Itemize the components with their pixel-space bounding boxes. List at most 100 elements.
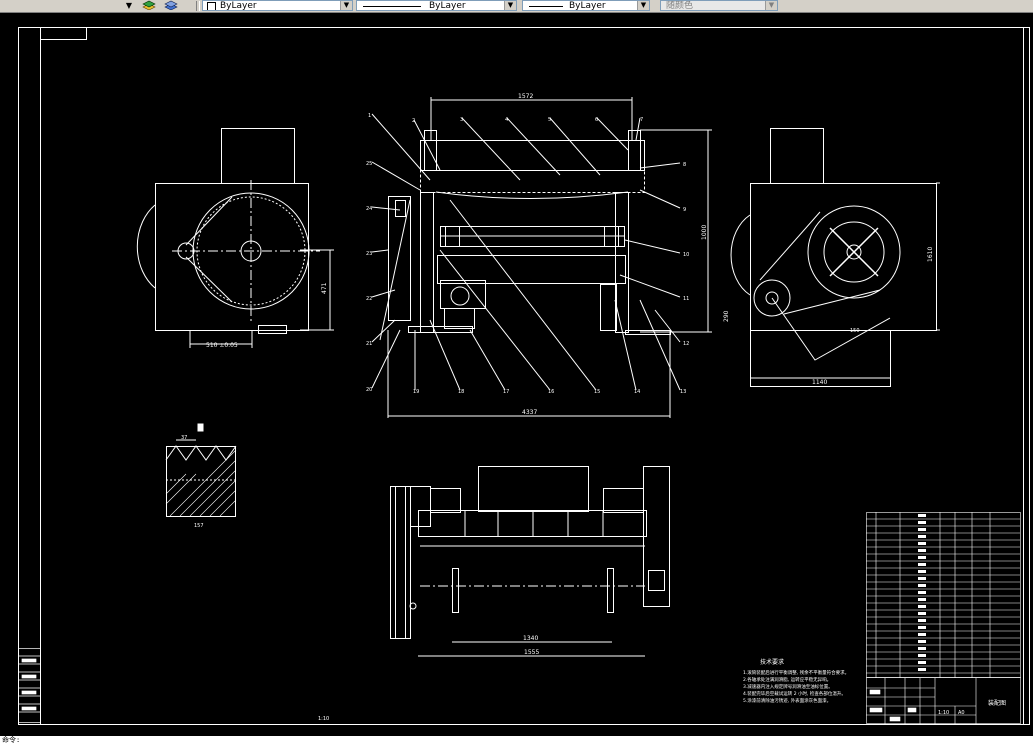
svg-text:22: 22 <box>366 296 372 302</box>
dim-1140: 1140 <box>812 379 827 386</box>
svg-text:11: 11 <box>683 296 689 302</box>
svg-text:4: 4 <box>505 117 508 123</box>
layer-dropdown-arrow[interactable]: ▼ <box>124 0 134 11</box>
chevron-down-icon[interactable]: ▼ <box>340 1 352 10</box>
drawing-frame <box>18 27 1030 725</box>
title-block-scale: 1:10 <box>938 710 949 716</box>
dim-4337: 4337 <box>522 409 537 416</box>
command-prompt: 命令: <box>2 736 21 744</box>
toolbar-separator <box>196 1 200 11</box>
svg-text:10: 10 <box>683 252 689 258</box>
lineweight-control-combo[interactable]: ByLayer ▼ <box>522 0 650 11</box>
parts-list-cell-text <box>918 605 926 608</box>
svg-text:21: 21 <box>366 341 372 347</box>
chevron-down-icon[interactable]: ▼ <box>504 1 516 10</box>
svg-text:8: 8 <box>683 162 686 168</box>
technical-requirements: 技术要求 1.滚筒装配后进行平衡调整, 残余不平衡量符合要求。 2.各轴承处注满… <box>743 658 849 704</box>
parts-list-cell-text <box>918 584 926 587</box>
parts-list-cell-text <box>918 668 926 671</box>
parts-list-cell-text <box>918 577 926 580</box>
plan-view: 1340 1555 <box>390 466 670 657</box>
chevron-down-icon[interactable]: ▼ <box>765 1 777 10</box>
lineweight-preview-icon <box>529 6 563 7</box>
parts-list-cell-text <box>918 535 926 538</box>
front-view: 1572 4337 1000 <box>371 93 712 418</box>
svg-text:23: 23 <box>366 251 372 257</box>
linetype-combo-value: ByLayer <box>429 1 466 11</box>
parts-list-cell-text <box>918 549 926 552</box>
scale-label: 1:10 <box>318 716 329 722</box>
svg-text:19: 19 <box>413 389 419 395</box>
parts-list-cell-text <box>918 619 926 622</box>
parts-list-cell-text <box>918 640 926 643</box>
plotstyle-control-combo[interactable]: 随颜色 ▼ <box>660 0 778 11</box>
parts-list-cell-text <box>918 647 926 650</box>
svg-text:12: 12 <box>683 341 689 347</box>
tech-req-line: 3.减速器内注入规定牌号润滑油至油标位置。 <box>743 683 833 690</box>
svg-text:1: 1 <box>368 113 371 119</box>
dim-510: 510 ±0.05 <box>206 342 238 349</box>
linetype-preview-icon <box>363 6 421 7</box>
command-line[interactable]: 命令: <box>0 736 1033 744</box>
lineweight-combo-value: ByLayer <box>569 1 606 11</box>
parts-list-cell-text <box>918 661 926 664</box>
parts-list-table <box>866 512 1021 678</box>
dim-1340: 1340 <box>523 635 538 642</box>
tech-req-line: 2.各轴承处注满润滑脂, 运转应平稳无异响。 <box>743 676 831 683</box>
chevron-down-icon[interactable]: ▼ <box>637 1 649 10</box>
plotstyle-combo-value: 随颜色 <box>666 1 694 11</box>
parts-list-cell-text <box>918 528 926 531</box>
parts-list-cell-text <box>918 591 926 594</box>
parts-list-cell-text <box>918 633 926 636</box>
svg-text:13: 13 <box>680 389 686 395</box>
dim-37: 37 <box>181 435 187 441</box>
color-combo-value: ByLayer <box>220 1 257 11</box>
linetype-control-combo[interactable]: ByLayer ▼ <box>356 0 517 11</box>
dim-1572: 1572 <box>518 93 533 100</box>
layer-previous-icon[interactable] <box>164 0 178 11</box>
color-swatch-icon <box>207 2 216 10</box>
svg-text:3: 3 <box>460 117 463 123</box>
svg-text:16: 16 <box>548 389 554 395</box>
svg-text:15: 15 <box>594 389 600 395</box>
dim-157: 157 <box>194 523 204 529</box>
tech-req-line: 4.装配完毕后空载试运转 2 小时, 检查各部位温升。 <box>743 690 846 697</box>
svg-text:20: 20 <box>366 387 372 393</box>
svg-text:2: 2 <box>412 118 415 124</box>
parts-list-cell-text <box>918 521 926 524</box>
parts-list-cell-text <box>918 598 926 601</box>
dim-1000: 1000 <box>701 225 708 240</box>
svg-text:7: 7 <box>640 117 643 123</box>
parts-list-cell-text <box>918 626 926 629</box>
left-side-view: 510 ±0.05 471 <box>136 128 334 349</box>
title-block-name: 装配图 <box>988 699 1006 707</box>
svg-text:14: 14 <box>634 389 640 395</box>
color-control-combo[interactable]: ByLayer ▼ <box>202 0 353 11</box>
title-block: 装配图 1:10 A0 <box>866 677 1021 724</box>
make-object-layer-current-icon[interactable] <box>142 0 156 11</box>
svg-text:6: 6 <box>595 117 598 123</box>
dim-471: 471 <box>321 282 328 294</box>
dim-1610: 1610 <box>927 247 934 262</box>
svg-text:5: 5 <box>548 117 551 123</box>
tooth-detail-view: 37 157 <box>165 423 237 529</box>
title-block-sheet: A0 <box>958 710 965 716</box>
parts-list-cell-text <box>918 612 926 615</box>
parts-list-cell-text <box>918 556 926 559</box>
parts-list-cell-text <box>918 514 926 517</box>
parts-list-cell-text <box>918 570 926 573</box>
svg-text:24: 24 <box>366 206 372 212</box>
svg-text:18: 18 <box>458 389 464 395</box>
drawing-canvas[interactable]: 510 ±0.05 471 1572 4337 1000 1 2 3 4 5 6… <box>0 12 1033 736</box>
dim-290: 290 <box>723 310 730 322</box>
dim-1555: 1555 <box>524 649 539 656</box>
svg-text:25: 25 <box>366 161 372 167</box>
parts-list-cell-text <box>918 542 926 545</box>
right-side-view: 1140 1610 290 150 <box>723 128 940 387</box>
tech-req-line: 1.滚筒装配后进行平衡调整, 残余不平衡量符合要求。 <box>743 669 849 676</box>
tech-req-title: 技术要求 <box>760 658 784 666</box>
parts-list-cell-text <box>918 654 926 657</box>
svg-text:17: 17 <box>503 389 509 395</box>
tech-req-line: 5.涂漆前清除油污锈迹, 外表面涂灰色面漆。 <box>743 697 831 704</box>
revision-strip <box>18 648 41 723</box>
